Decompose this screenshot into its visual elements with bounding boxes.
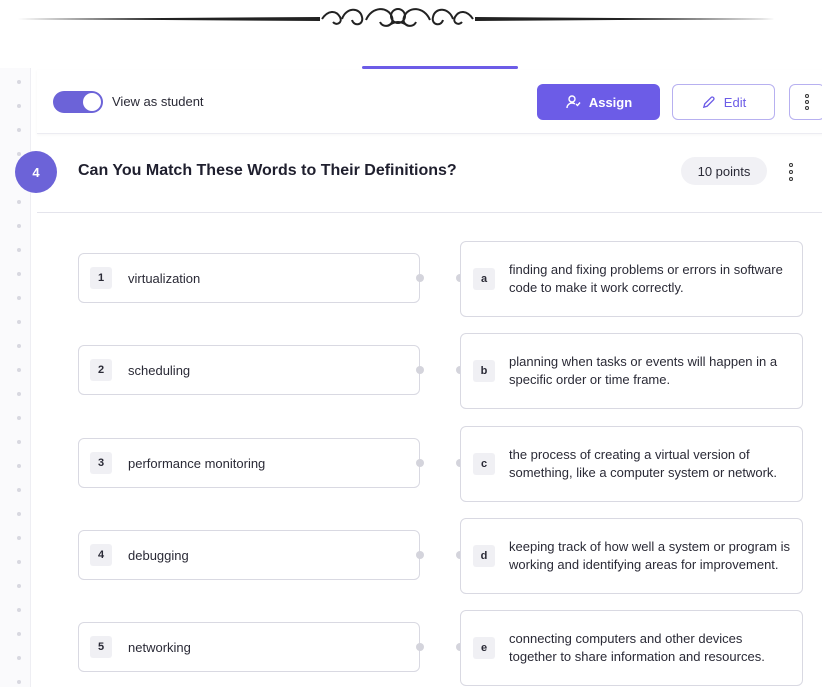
view-as-student-label: View as student	[112, 94, 204, 109]
more-vertical-icon	[805, 94, 809, 110]
term-connector-dot[interactable]	[416, 366, 424, 374]
term-text: performance monitoring	[128, 455, 266, 471]
ornament-divider	[18, 8, 775, 27]
term-connector-dot[interactable]	[416, 274, 424, 282]
toggle-knob	[83, 93, 101, 111]
definition-text: finding and fixing problems or errors in…	[509, 262, 783, 295]
assign-label: Assign	[588, 94, 633, 110]
definition-letter: a	[473, 268, 495, 290]
term-number: 4	[90, 544, 112, 566]
match-term-2[interactable]: 2 scheduling	[78, 345, 420, 395]
definition-letter: c	[473, 453, 495, 475]
match-definition-c[interactable]: c the process of creating a virtual vers…	[460, 426, 803, 502]
definition-letter: e	[473, 637, 495, 659]
term-connector-dot[interactable]	[416, 459, 424, 467]
definition-letter: b	[473, 360, 495, 382]
edit-label: Edit	[723, 94, 747, 110]
match-definition-d[interactable]: d keeping track of how well a system or …	[460, 518, 803, 594]
match-term-5[interactable]: 5 networking	[78, 622, 420, 672]
term-text: debugging	[128, 547, 189, 563]
term-text: virtualization	[128, 270, 201, 286]
active-tab-indicator	[362, 66, 518, 69]
question-title: Can You Match These Words to Their Defin…	[78, 162, 457, 179]
match-term-3[interactable]: 3 performance monitoring	[78, 438, 420, 488]
pencil-icon	[702, 95, 715, 108]
definition-text: keeping track of how well a system or pr…	[509, 539, 791, 572]
term-number: 3	[90, 452, 112, 474]
points-badge[interactable]: 10 points	[681, 157, 767, 185]
term-number: 1	[90, 267, 112, 289]
question-number-badge: 4	[15, 151, 57, 193]
match-term-1[interactable]: 1 virtualization	[78, 253, 420, 303]
more-options-button[interactable]	[789, 84, 822, 120]
match-definition-a[interactable]: a finding and fixing problems or errors …	[460, 241, 803, 317]
assign-user-icon	[566, 95, 581, 109]
term-number: 5	[90, 636, 112, 658]
term-connector-dot[interactable]	[416, 643, 424, 651]
definition-text: planning when tasks or events will happe…	[509, 354, 778, 387]
term-connector-dot[interactable]	[416, 551, 424, 559]
term-number: 2	[90, 359, 112, 381]
header-divider	[37, 212, 822, 213]
match-definition-e[interactable]: e connecting computers and other devices…	[460, 610, 803, 686]
match-definition-b[interactable]: b planning when tasks or events will hap…	[460, 333, 803, 409]
match-term-4[interactable]: 4 debugging	[78, 530, 420, 580]
question-menu-icon[interactable]	[786, 160, 796, 184]
assign-button[interactable]: Assign	[537, 84, 660, 120]
term-text: scheduling	[128, 362, 191, 378]
edit-button[interactable]: Edit	[672, 84, 775, 120]
view-as-student-toggle[interactable]	[53, 91, 103, 113]
definition-text: the process of creating a virtual versio…	[509, 447, 778, 480]
term-text: networking	[128, 639, 191, 655]
definition-letter: d	[473, 545, 495, 567]
definition-text: connecting computers and other devices t…	[509, 631, 765, 664]
